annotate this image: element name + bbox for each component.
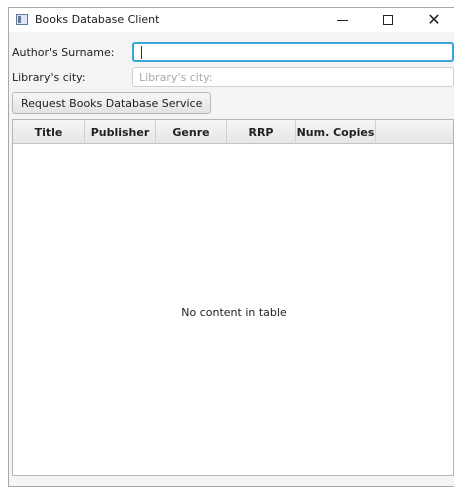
- column-header-filler: [376, 120, 453, 144]
- text-caret: [141, 46, 142, 59]
- table-empty-message: No content in table: [181, 306, 287, 319]
- app-window-icon: [16, 14, 28, 25]
- window-title: Books Database Client: [35, 13, 160, 26]
- close-icon: ✕: [427, 10, 441, 29]
- column-header-publisher[interactable]: Publisher: [85, 120, 156, 144]
- minimize-icon: [336, 19, 348, 21]
- close-button[interactable]: ✕: [411, 8, 454, 32]
- library-city-input[interactable]: [132, 67, 454, 87]
- books-table[interactable]: Title Publisher Genre RRP Num. Copies No…: [12, 119, 454, 476]
- column-header-num-copies[interactable]: Num. Copies: [296, 120, 376, 144]
- author-surname-label: Author's Surname:: [12, 46, 115, 59]
- title-bar[interactable]: Books Database Client ✕: [9, 8, 454, 32]
- minimize-button[interactable]: [319, 8, 365, 32]
- table-header: Title Publisher Genre RRP Num. Copies: [13, 120, 453, 144]
- column-header-genre[interactable]: Genre: [156, 120, 227, 144]
- library-city-label: Library's city:: [12, 71, 86, 84]
- request-books-button[interactable]: Request Books Database Service: [12, 92, 212, 114]
- maximize-button[interactable]: [365, 8, 411, 32]
- author-surname-input[interactable]: [132, 42, 454, 62]
- column-header-title[interactable]: Title: [13, 120, 85, 144]
- column-header-rrp[interactable]: RRP: [227, 120, 296, 144]
- maximize-icon: [383, 15, 393, 25]
